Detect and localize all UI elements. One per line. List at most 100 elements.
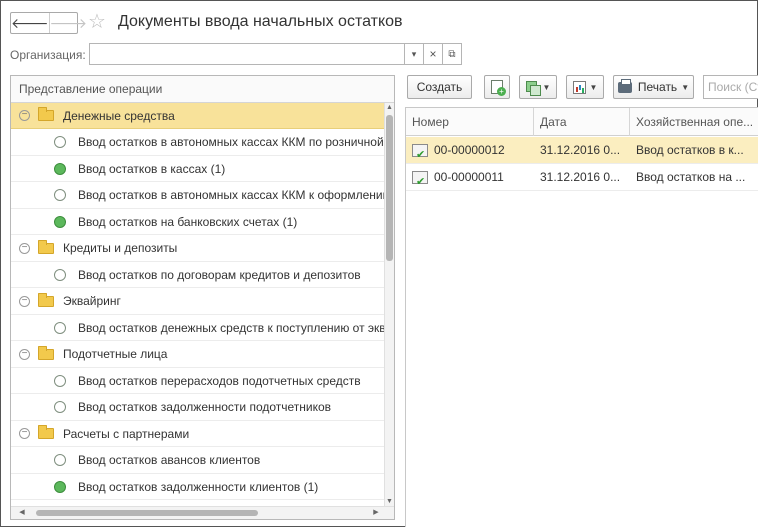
- print-label: Печать: [637, 80, 678, 94]
- window: 🡐 🡒 ☆ Документы ввода начальных остатков…: [0, 0, 758, 527]
- collapse-icon[interactable]: −: [19, 242, 30, 254]
- tree-row-label: Ввод остатков денежных средств к поступл…: [78, 320, 386, 335]
- folder-icon: [38, 239, 54, 254]
- column-header-number[interactable]: Номер: [406, 108, 534, 136]
- cell-number: 00-00000012: [412, 137, 532, 164]
- document-number: 00-00000011: [434, 170, 504, 184]
- new-document-icon: +: [491, 80, 506, 96]
- page-title: Документы ввода начальных остатков: [118, 13, 403, 30]
- cell-number: 00-00000011: [412, 164, 532, 191]
- tree-item-row[interactable]: Ввод остатков перерасходов подотчетных с…: [11, 368, 386, 394]
- tree-row-label: Ввод остатков в кассах (1): [78, 161, 226, 176]
- favorite-star-icon[interactable]: ☆: [88, 10, 106, 34]
- collapse-icon[interactable]: −: [19, 110, 30, 121]
- table-row[interactable]: 00-00000012 31.12.2016 0... Ввод остатков …: [406, 137, 758, 164]
- copy-document-button[interactable]: +: [484, 75, 510, 99]
- tree-item-row[interactable]: Ввод остатков денежных средств к поступл…: [11, 315, 386, 341]
- operation-tree: − Денежные средства Ввод остатков в автоно…: [11, 103, 386, 507]
- organization-clear-button[interactable]: ×: [424, 43, 443, 65]
- tree-row-label: Ввод остатков авансов клиентов: [78, 453, 261, 467]
- collapse-icon[interactable]: −: [19, 348, 30, 360]
- print-button[interactable]: Печать ▼: [613, 75, 694, 99]
- tree-item-row[interactable]: Ввод остатков в автономных кассах ККМ к …: [11, 183, 386, 209]
- tree-row-label: Кредиты и депозиты: [63, 241, 178, 255]
- tree-row-label: Ввод остатков перерасходов подотчетных с…: [78, 373, 361, 388]
- tree-item-row[interactable]: Ввод остатков в автономных кассах ККМ по…: [11, 130, 386, 156]
- organization-label: Организация:: [10, 48, 86, 62]
- status-empty-icon: [54, 189, 66, 201]
- printer-icon: [617, 78, 632, 93]
- tree-row-label: Ввод остатков по договорам кредитов и де…: [78, 267, 361, 282]
- tree-row-label: Ввод остатков в автономных кассах ККМ к …: [78, 188, 386, 202]
- tree-row-label: Ввод остатков задолженности подотчетнико…: [78, 400, 332, 414]
- status-empty-icon: [54, 136, 66, 148]
- tree-vertical-scrollbar[interactable]: ▲ ▼: [384, 103, 394, 507]
- tree-row-label: Ввод остатков в автономных кассах ККМ по…: [78, 135, 384, 149]
- scroll-up-icon[interactable]: ▲: [385, 103, 394, 113]
- document-number: 00-00000012: [434, 143, 505, 157]
- folder-icon: [38, 292, 54, 307]
- tree-group-row[interactable]: − Кредиты и депозиты: [11, 236, 386, 262]
- tree-item-row[interactable]: Ввод остатков задолженности подотчетнико…: [11, 395, 386, 421]
- chevron-down-icon: ▼: [681, 82, 690, 92]
- nav-buttons: 🡐 🡒: [10, 12, 87, 34]
- status-filled-icon: [54, 162, 66, 175]
- tree-row-label: Подотчетные лица: [63, 347, 168, 361]
- tree-item-row[interactable]: Ввод остатков по договорам кредитов и де…: [11, 262, 386, 288]
- posted-document-icon: [412, 169, 428, 191]
- folder-icon: [38, 425, 54, 439]
- reports-button[interactable]: ▼: [566, 75, 604, 99]
- documents-grid: Номер Дата Хозяйственная опе... 00-00000…: [405, 107, 758, 527]
- collapse-icon[interactable]: −: [19, 295, 30, 307]
- chevron-down-icon: ▼: [589, 82, 598, 92]
- folder-icon: [38, 345, 54, 360]
- tree-item-row[interactable]: Ввод остатков задолженности клиентов (1): [11, 474, 386, 500]
- scroll-left-icon[interactable]: ◀: [16, 507, 28, 519]
- status-empty-icon: [54, 321, 66, 334]
- tree-row-label: Ввод остатков задолженности клиентов (1): [78, 479, 319, 494]
- column-header-operation[interactable]: Хозяйственная опе...: [630, 108, 758, 136]
- horizontal-scroll-thumb[interactable]: [36, 510, 258, 516]
- tree-row-label: Эквайринг: [63, 294, 121, 308]
- create-button[interactable]: Создать: [407, 75, 472, 99]
- tree-row-label: Ввод остатков на банковских счетах (1): [78, 214, 298, 229]
- tree-item-row[interactable]: Ввод остатков авансов клиентов: [11, 448, 386, 474]
- status-empty-icon: [54, 374, 66, 387]
- status-filled-icon: [54, 215, 66, 228]
- tree-group-row[interactable]: − Расчеты с партнерами: [11, 421, 386, 447]
- grid-header: Номер Дата Хозяйственная опе...: [406, 108, 758, 136]
- organization-dropdown-button[interactable]: ▾: [405, 43, 424, 65]
- scroll-right-icon[interactable]: ▶: [370, 507, 382, 519]
- tree-column-header[interactable]: Представление операции: [11, 76, 394, 103]
- cell-operation: Ввод остатков в к...: [636, 143, 744, 157]
- tree-group-row[interactable]: − Денежные средства: [11, 103, 386, 129]
- tree-horizontal-scrollbar[interactable]: ◀ ▶: [11, 506, 394, 519]
- cell-date: 31.12.2016 0...: [540, 170, 621, 184]
- forward-button[interactable]: 🡒: [48, 13, 87, 33]
- report-icon: [572, 80, 586, 94]
- organization-open-button[interactable]: ⧉: [443, 43, 462, 65]
- status-empty-icon: [54, 268, 66, 281]
- status-empty-icon: [54, 401, 66, 413]
- vertical-scroll-thumb[interactable]: [386, 115, 393, 261]
- documents-stack-icon: [525, 80, 541, 96]
- tree-group-row[interactable]: − Подотчетные лица: [11, 342, 386, 368]
- posted-document-icon: [412, 142, 428, 164]
- back-button[interactable]: 🡐: [11, 13, 49, 33]
- tree-row-label: Денежные средства: [63, 108, 175, 123]
- collapse-icon[interactable]: −: [19, 428, 30, 439]
- tree-row-label: Расчеты с партнерами: [63, 426, 190, 441]
- chevron-down-icon: ▼: [542, 82, 551, 92]
- tree-item-row[interactable]: Ввод остатков на банковских счетах (1): [11, 209, 386, 235]
- folder-icon: [38, 107, 54, 121]
- organization-input[interactable]: [89, 43, 405, 65]
- tree-item-row[interactable]: Ввод остатков в кассах (1): [11, 156, 386, 182]
- cell-operation: Ввод остатков на ...: [636, 170, 746, 184]
- operation-tree-panel: Представление операции − Денежные средств…: [10, 75, 395, 520]
- table-row[interactable]: 00-00000011 31.12.2016 0... Ввод остатков …: [406, 164, 758, 191]
- search-input[interactable]: Поиск (Ct: [703, 75, 758, 99]
- post-documents-button[interactable]: ▼: [519, 75, 557, 99]
- status-filled-icon: [54, 480, 66, 493]
- tree-group-row[interactable]: − Эквайринг: [11, 289, 386, 315]
- column-header-date[interactable]: Дата: [534, 108, 630, 136]
